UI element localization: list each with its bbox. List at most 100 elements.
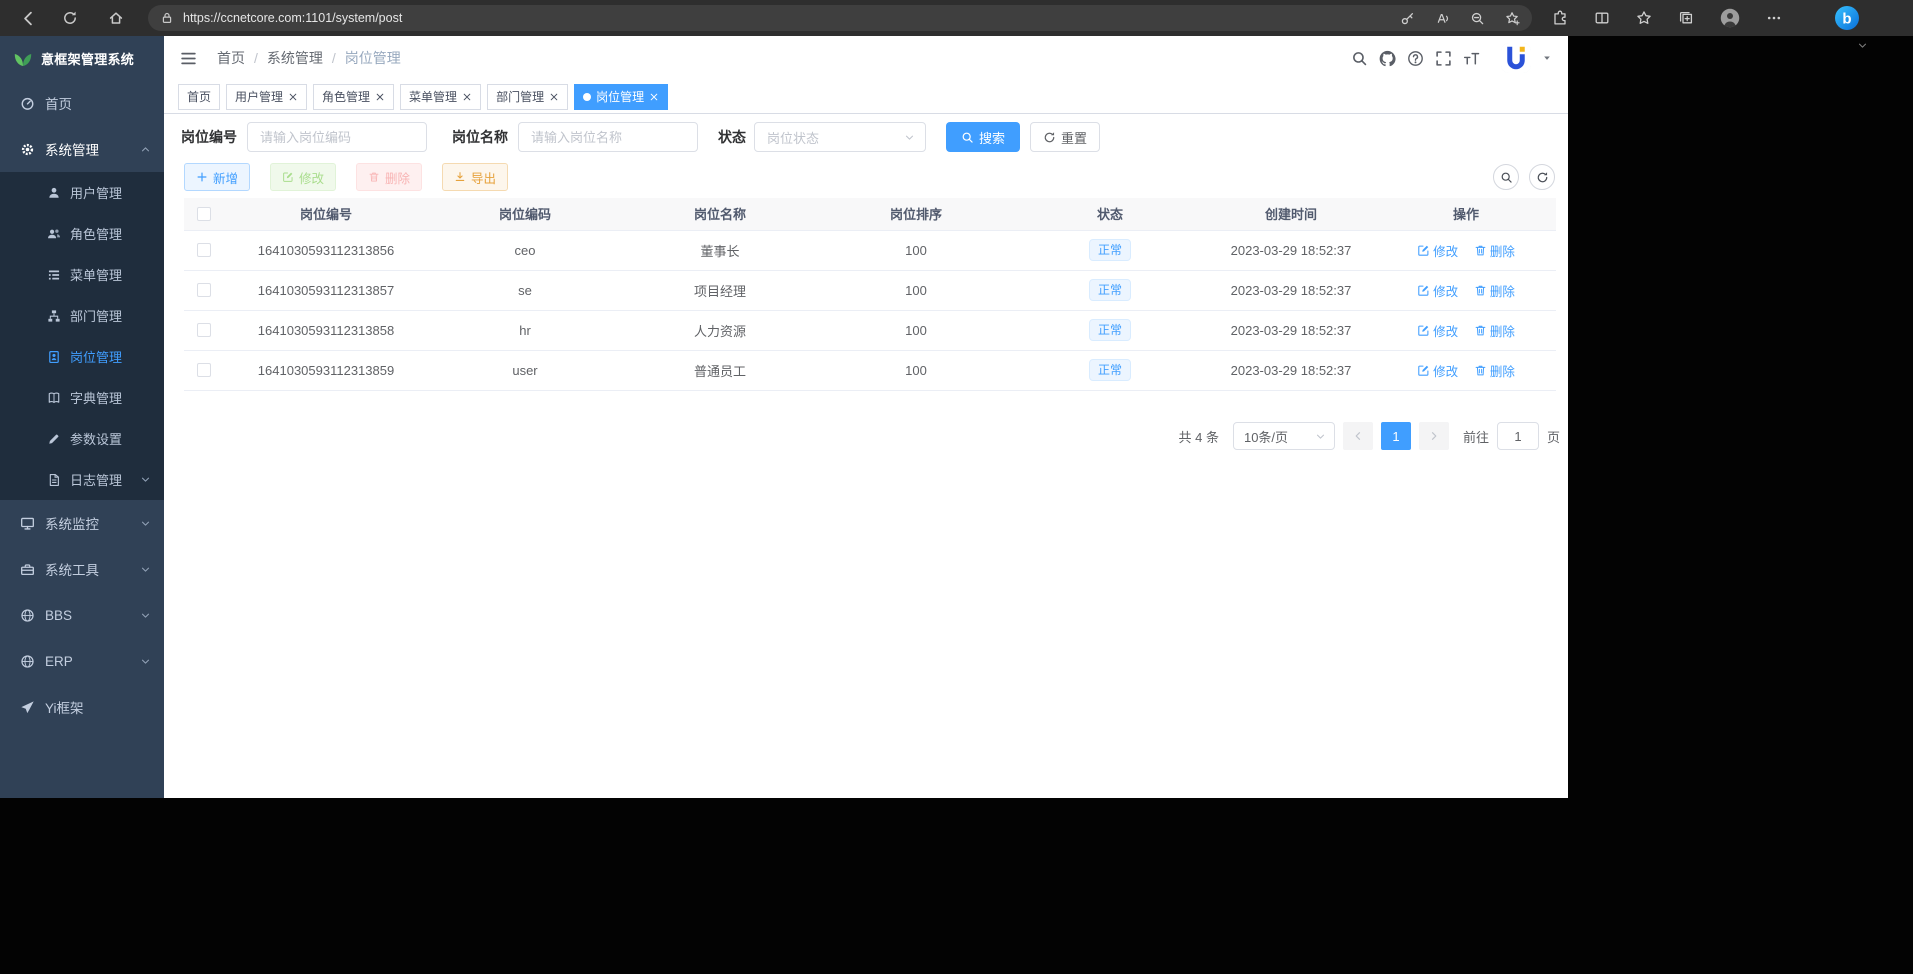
password-key-icon[interactable] (1400, 11, 1415, 26)
select-all-checkbox[interactable] (197, 207, 211, 221)
fullscreen-icon[interactable] (1435, 50, 1452, 67)
cell-post-id: 1641030593112313857 (224, 270, 428, 310)
extensions-icon[interactable] (1552, 10, 1568, 26)
row-edit-link[interactable]: 修改 (1417, 241, 1458, 260)
add-favorite-icon[interactable] (1505, 11, 1520, 26)
tab-label: 角色管理 (322, 88, 370, 105)
split-screen-icon[interactable] (1594, 10, 1610, 26)
goto-page-input[interactable] (1497, 422, 1539, 450)
tab-menu-management[interactable]: 菜单管理 (400, 84, 481, 110)
github-icon[interactable] (1379, 50, 1396, 67)
row-edit-link[interactable]: 修改 (1417, 281, 1458, 300)
zoom-icon[interactable] (1470, 11, 1485, 26)
browser-menu-icon[interactable] (1766, 10, 1782, 26)
tab-role-management[interactable]: 角色管理 (313, 84, 394, 110)
bing-copilot-icon[interactable]: b (1834, 5, 1860, 31)
tab-user-management[interactable]: 用户管理 (226, 84, 307, 110)
prev-page-button[interactable] (1343, 422, 1373, 450)
delete-button[interactable]: 删除 (356, 163, 422, 191)
collections-icon[interactable] (1678, 10, 1694, 26)
close-icon[interactable] (549, 92, 559, 102)
table-row: 1641030593112313857 se 项目经理 100 正常 2023-… (184, 270, 1556, 310)
tab-department-management[interactable]: 部门管理 (487, 84, 568, 110)
help-icon[interactable] (1407, 50, 1424, 67)
sidebar-item-label: 部门管理 (70, 306, 151, 325)
post-code-label: 岗位编号 (181, 127, 237, 147)
row-checkbox[interactable] (197, 363, 211, 377)
sidebar-item-parameters[interactable]: 参数设置 (0, 418, 164, 459)
breadcrumb-home[interactable]: 首页 (217, 48, 245, 68)
row-checkbox[interactable] (197, 323, 211, 337)
add-button[interactable]: 新增 (184, 163, 250, 191)
sidebar-item-users[interactable]: 用户管理 (0, 172, 164, 213)
read-aloud-icon[interactable] (1435, 11, 1450, 26)
header-search-icon[interactable] (1351, 50, 1368, 67)
sidebar-item-monitoring[interactable]: 系统监控 (0, 500, 164, 546)
favorites-icon[interactable] (1636, 10, 1652, 26)
search-icon (961, 131, 974, 144)
sidebar-collapse-caret-icon[interactable] (1857, 40, 1868, 51)
search-button[interactable]: 搜索 (946, 122, 1020, 152)
edit-button[interactable]: 修改 (270, 163, 336, 191)
show-search-icon[interactable] (1493, 164, 1519, 190)
browser-home-button[interactable] (102, 4, 130, 32)
row-delete-link[interactable]: 删除 (1474, 281, 1515, 300)
page-size-select[interactable]: 10条/页 (1233, 422, 1335, 450)
svg-text:b: b (1842, 11, 1851, 28)
refresh-table-icon[interactable] (1529, 164, 1555, 190)
row-edit-link[interactable]: 修改 (1417, 321, 1458, 340)
sidebar-item-tools[interactable]: 系统工具 (0, 546, 164, 592)
sidebar-item-bbs[interactable]: BBS (0, 592, 164, 638)
sidebar-item-home[interactable]: 首页 (0, 80, 164, 126)
close-icon[interactable] (375, 92, 385, 102)
font-size-icon[interactable] (1463, 50, 1480, 67)
sidebar-item-erp[interactable]: ERP (0, 638, 164, 684)
sidebar-item-label: 角色管理 (70, 224, 151, 243)
chevron-down-icon (140, 474, 151, 485)
cell-post-sort: 100 (818, 230, 1014, 270)
avatar[interactable] (1501, 43, 1531, 73)
post-code-input[interactable] (247, 122, 427, 152)
cell-post-code: user (428, 350, 622, 390)
browser-back-button[interactable] (14, 4, 42, 32)
tab-home[interactable]: 首页 (178, 84, 220, 110)
sidebar-item-departments[interactable]: 部门管理 (0, 295, 164, 336)
address-bar[interactable]: https://ccnetcore.com:1101/system/post (148, 5, 1532, 31)
close-icon[interactable] (462, 92, 472, 102)
sidebar-item-menus[interactable]: 菜单管理 (0, 254, 164, 295)
badge-icon (47, 350, 61, 364)
row-delete-link[interactable]: 删除 (1474, 361, 1515, 380)
column-header-post-name: 岗位名称 (622, 198, 818, 230)
edit-button-label: 修改 (299, 168, 324, 187)
page-number-button[interactable]: 1 (1381, 422, 1411, 450)
row-delete-link[interactable]: 删除 (1474, 241, 1515, 260)
site-lock-icon[interactable] (160, 11, 174, 25)
sidebar-toggle[interactable] (180, 50, 197, 67)
chevron-down-icon (140, 610, 151, 621)
status-select[interactable]: 岗位状态 (754, 122, 926, 152)
avatar-caret-icon[interactable] (1542, 53, 1552, 63)
sidebar-item-dictionary[interactable]: 字典管理 (0, 377, 164, 418)
row-edit-link[interactable]: 修改 (1417, 361, 1458, 380)
browser-refresh-button[interactable] (56, 4, 84, 32)
tab-post-management[interactable]: 岗位管理 (574, 84, 668, 110)
close-icon[interactable] (288, 92, 298, 102)
reset-button[interactable]: 重置 (1030, 122, 1100, 152)
post-name-input[interactable] (518, 122, 698, 152)
sidebar-item-roles[interactable]: 角色管理 (0, 213, 164, 254)
breadcrumb-system[interactable]: 系统管理 (267, 48, 323, 68)
row-checkbox[interactable] (197, 243, 211, 257)
table-toolbar: 新增 修改 删除 导出 (184, 163, 508, 191)
export-button[interactable]: 导出 (442, 163, 508, 191)
sidebar-item-yi-framework[interactable]: Yi框架 (0, 684, 164, 730)
close-icon[interactable] (649, 92, 659, 102)
row-delete-link[interactable]: 删除 (1474, 321, 1515, 340)
search-button-label: 搜索 (979, 128, 1005, 147)
row-checkbox[interactable] (197, 283, 211, 297)
sidebar-item-system[interactable]: 系统管理 (0, 126, 164, 172)
sidebar-item-logs[interactable]: 日志管理 (0, 459, 164, 500)
sidebar-item-posts[interactable]: 岗位管理 (0, 336, 164, 377)
next-page-button[interactable] (1419, 422, 1449, 450)
table-row: 1641030593112313858 hr 人力资源 100 正常 2023-… (184, 310, 1556, 350)
profile-icon[interactable] (1720, 8, 1740, 28)
